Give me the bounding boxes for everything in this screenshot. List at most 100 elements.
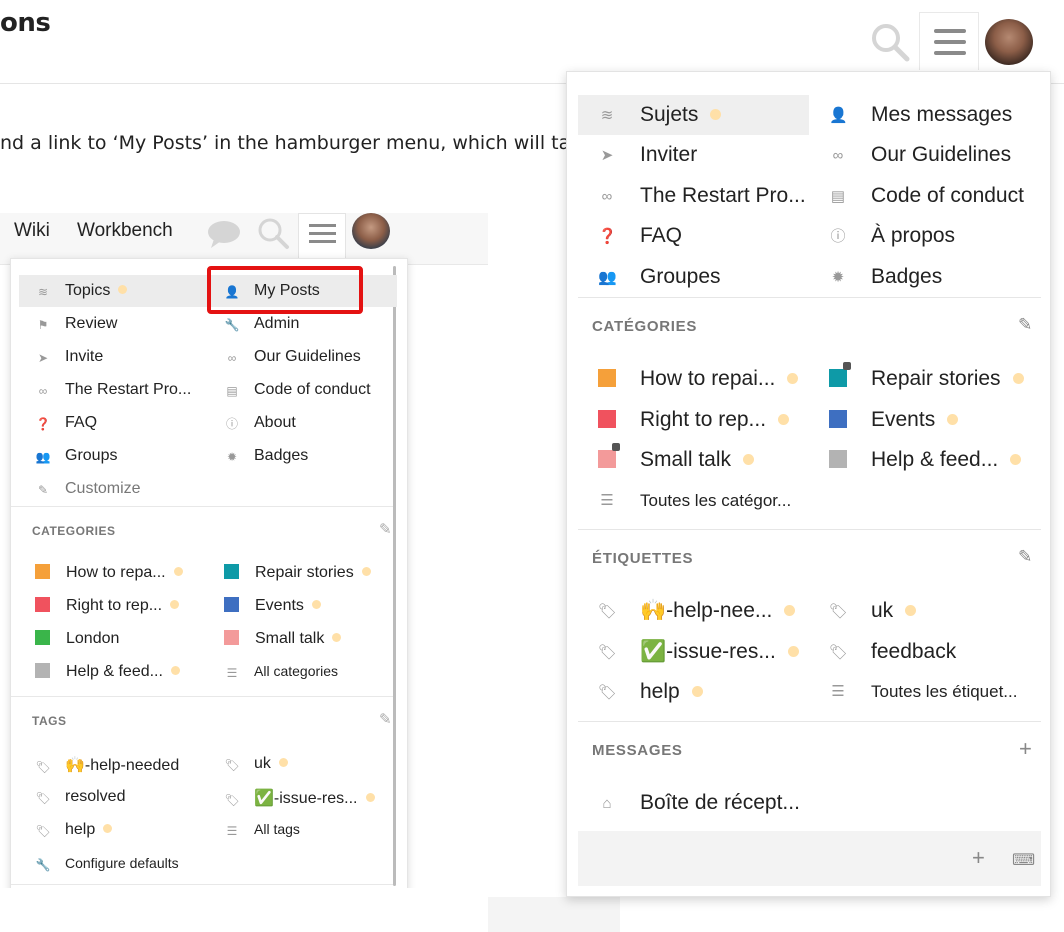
flag-icon: ⚑ [37, 318, 49, 332]
user-avatar[interactable] [985, 19, 1033, 65]
post-text: nd a link to ‘My Posts’ in the hamburger… [0, 132, 593, 154]
category-item[interactable]: Events [829, 400, 959, 440]
add-message-plus-icon[interactable]: + [1019, 736, 1032, 762]
divider [11, 696, 393, 697]
menu-item-mes-messages[interactable]: 👤 Mes messages [829, 95, 1012, 135]
menu-item-guidelines[interactable]: ∞ Our Guidelines [829, 135, 1011, 175]
shot-configure-defaults: 🔧 Configure defaults [35, 855, 179, 872]
nav-link-wiki: Wiki [14, 220, 50, 241]
page-title: ons [0, 8, 51, 38]
badge-icon: ✹ [831, 269, 845, 286]
category-item[interactable]: Repair stories [829, 359, 1024, 399]
info-icon: ⓘ [830, 228, 846, 245]
tag-icon: 🏷 [35, 824, 51, 838]
shot-tag: 🏷 uk [224, 755, 288, 773]
divider [578, 297, 1041, 298]
tag-icon: 🏷 [598, 644, 618, 661]
tag-icon: 🏷 [224, 758, 240, 772]
category-item[interactable]: Small talk [598, 440, 755, 480]
edit-tags-pencil-icon[interactable]: ✎ [1018, 547, 1032, 567]
shot-category: Repair stories [224, 564, 371, 582]
user-icon: 👤 [829, 107, 848, 124]
shot-tag: 🏷 🙌-help-needed [35, 757, 180, 774]
tag-item[interactable]: 🏷 uk [829, 591, 917, 631]
shot-tags-header: TAGS [32, 714, 67, 728]
badge-icon: ✹ [226, 450, 238, 464]
category-color-square [829, 362, 851, 387]
tag-icon: 🏷 [598, 684, 618, 701]
search-icon[interactable] [868, 20, 912, 64]
paper-plane-icon: ➤ [37, 351, 49, 365]
tag-item[interactable]: 🏷 ✅-issue-res... [598, 632, 799, 672]
shot-item-guidelines: ∞ Our Guidelines [224, 348, 361, 366]
category-item[interactable]: How to repai... [598, 359, 799, 399]
nav-link-workbench: Workbench [77, 220, 173, 241]
question-circle-icon: ❓ [598, 228, 617, 245]
edit-categories-pencil-icon[interactable]: ✎ [1018, 315, 1032, 335]
tag-icon: 🏷 [35, 791, 51, 805]
link-icon: ∞ [601, 188, 613, 205]
tag-icon: 🏷 [598, 603, 618, 620]
tag-item[interactable]: 🏷 help [598, 672, 703, 712]
file-icon: ▤ [830, 188, 846, 205]
all-tags-link[interactable]: ☰ Toutes les étiquet... [829, 672, 1017, 712]
shot-category: How to repa... [35, 564, 183, 582]
menu-item-inviter[interactable]: ➤ Inviter [598, 135, 697, 175]
layers-icon: ≋ [37, 285, 49, 299]
avatar [352, 213, 390, 249]
menu-item-groupes[interactable]: 👥 Groupes [598, 257, 721, 297]
shot-item-faq: ❓ FAQ [35, 414, 98, 431]
link-icon: ∞ [227, 351, 237, 365]
inbox-link[interactable]: ⌂ Boîte de récept... [598, 783, 799, 823]
lock-icon [612, 443, 620, 451]
tag-item[interactable]: 🏷 🙌-help-nee... [598, 591, 796, 631]
shot-category: Right to rep... [35, 597, 180, 615]
hamburger-bar [934, 29, 966, 33]
shot-item-about: ⓘ About [225, 414, 296, 431]
messages-header: MESSAGES [592, 742, 683, 759]
layers-icon: ≋ [600, 107, 614, 124]
category-item[interactable]: Help & feed... [829, 440, 1022, 480]
tag-item[interactable]: 🏷 feedback [829, 632, 956, 672]
wrench-icon: 🔧 [224, 318, 240, 332]
categories-header: CATÉGORIES [592, 318, 698, 335]
shot-tag: 🏷 resolved [35, 788, 126, 805]
plus-icon[interactable]: + [972, 845, 985, 871]
list-icon: ☰ [600, 492, 614, 509]
shot-item-badges: ✹ Badges [224, 447, 308, 465]
shot-item-conduct: ▤ Code of conduct [224, 381, 370, 399]
lock-icon [843, 362, 851, 370]
divider [578, 529, 1041, 530]
shot-category: London [35, 630, 119, 648]
shot-all-tags: ☰ All tags [224, 821, 300, 838]
shot-categories-header: CATEGORIES [32, 524, 116, 538]
file-icon: ▤ [226, 384, 238, 398]
hamburger-bar [934, 40, 966, 44]
category-color-square [598, 443, 620, 468]
tag-icon: 🏷 [829, 644, 849, 661]
menu-item-faq[interactable]: ❓ FAQ [598, 216, 682, 256]
shot-item-customize: ✎ Customize [35, 480, 141, 498]
all-categories-link[interactable]: ☰ Toutes les catégor... [598, 481, 791, 521]
hamburger-bar [934, 51, 966, 55]
menu-item-badges[interactable]: ✹ Badges [829, 257, 943, 297]
shot-item-admin: 🔧 Admin [224, 315, 300, 332]
menu-item-restart-project[interactable]: ∞ The Restart Pro... [598, 176, 806, 216]
menu-item-sujets[interactable]: ≋ Sujets [578, 95, 809, 135]
divider [11, 506, 393, 507]
dropdown-footer: + ⌨ [578, 831, 1041, 886]
category-color-square [829, 450, 847, 468]
menu-item-code-of-conduct[interactable]: ▤ Code of conduct [829, 176, 1024, 216]
hamburger-menu-button[interactable] [919, 12, 979, 70]
pencil-icon: ✎ [37, 483, 49, 497]
tag-icon: 🏷 [35, 760, 51, 774]
menu-item-a-propos[interactable]: ⓘ À propos [829, 216, 955, 256]
shot-all-categories: ☰ All categories [224, 663, 338, 680]
link-icon: ∞ [832, 147, 844, 164]
shot-category: Help & feed... [35, 663, 180, 681]
keyboard-icon[interactable]: ⌨ [1012, 850, 1035, 870]
background-block [488, 897, 620, 932]
paper-plane-icon: ➤ [600, 147, 614, 164]
list-icon: ☰ [226, 666, 238, 680]
category-item[interactable]: Right to rep... [598, 400, 790, 440]
